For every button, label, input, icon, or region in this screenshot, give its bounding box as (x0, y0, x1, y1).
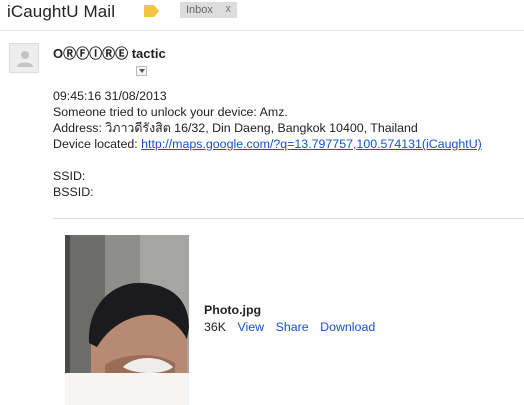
device-located-label: Device located: (53, 137, 142, 151)
important-marker-icon[interactable] (144, 5, 159, 17)
unlock-line: Someone tried to unlock your device: Amz… (53, 105, 288, 119)
email-subject: iCaughtU Mail (7, 2, 116, 21)
sender-name[interactable]: OⓇⒻⒾⓇⒺ tactic (53, 43, 166, 62)
share-attachment-link[interactable]: Share (276, 320, 309, 334)
download-attachment-link[interactable]: Download (320, 320, 375, 334)
attachment-filename: Photo.jpg (204, 303, 262, 317)
subject-bar: iCaughtU Mail (7, 0, 115, 24)
message-body: 09:45:16 31/08/2013 Someone tried to unl… (53, 88, 482, 200)
attachment-divider (53, 218, 524, 219)
inbox-label-chip[interactable]: Inbox x (180, 2, 237, 18)
person-icon (17, 51, 33, 67)
bssid-line: BSSID: (53, 185, 94, 199)
show-details-button[interactable] (136, 66, 147, 76)
remove-label-button[interactable]: x (226, 3, 232, 15)
attachment-actions: 36K View Share Download (204, 320, 375, 336)
timestamp-line: 09:45:16 31/08/2013 (53, 89, 167, 103)
header-divider (0, 30, 524, 31)
attachment-card: Photo.jpg 36K View Share Download (204, 303, 375, 336)
chevron-down-icon (139, 69, 145, 73)
device-located-line: Device located: http://maps.google.com/?… (53, 136, 482, 152)
address-line: Address: วิภาวดีรังสิต 16/32, Din Daeng,… (53, 121, 418, 135)
map-link[interactable]: http://maps.google.com/?q=13.797757,100.… (141, 137, 482, 151)
attachment-size: 36K (204, 320, 227, 334)
avatar[interactable] (9, 43, 39, 73)
inbox-label-text: Inbox (186, 4, 213, 16)
ssid-line: SSID: (53, 169, 86, 183)
attachment-photo-thumbnail[interactable] (65, 235, 189, 405)
view-attachment-link[interactable]: View (238, 320, 265, 334)
